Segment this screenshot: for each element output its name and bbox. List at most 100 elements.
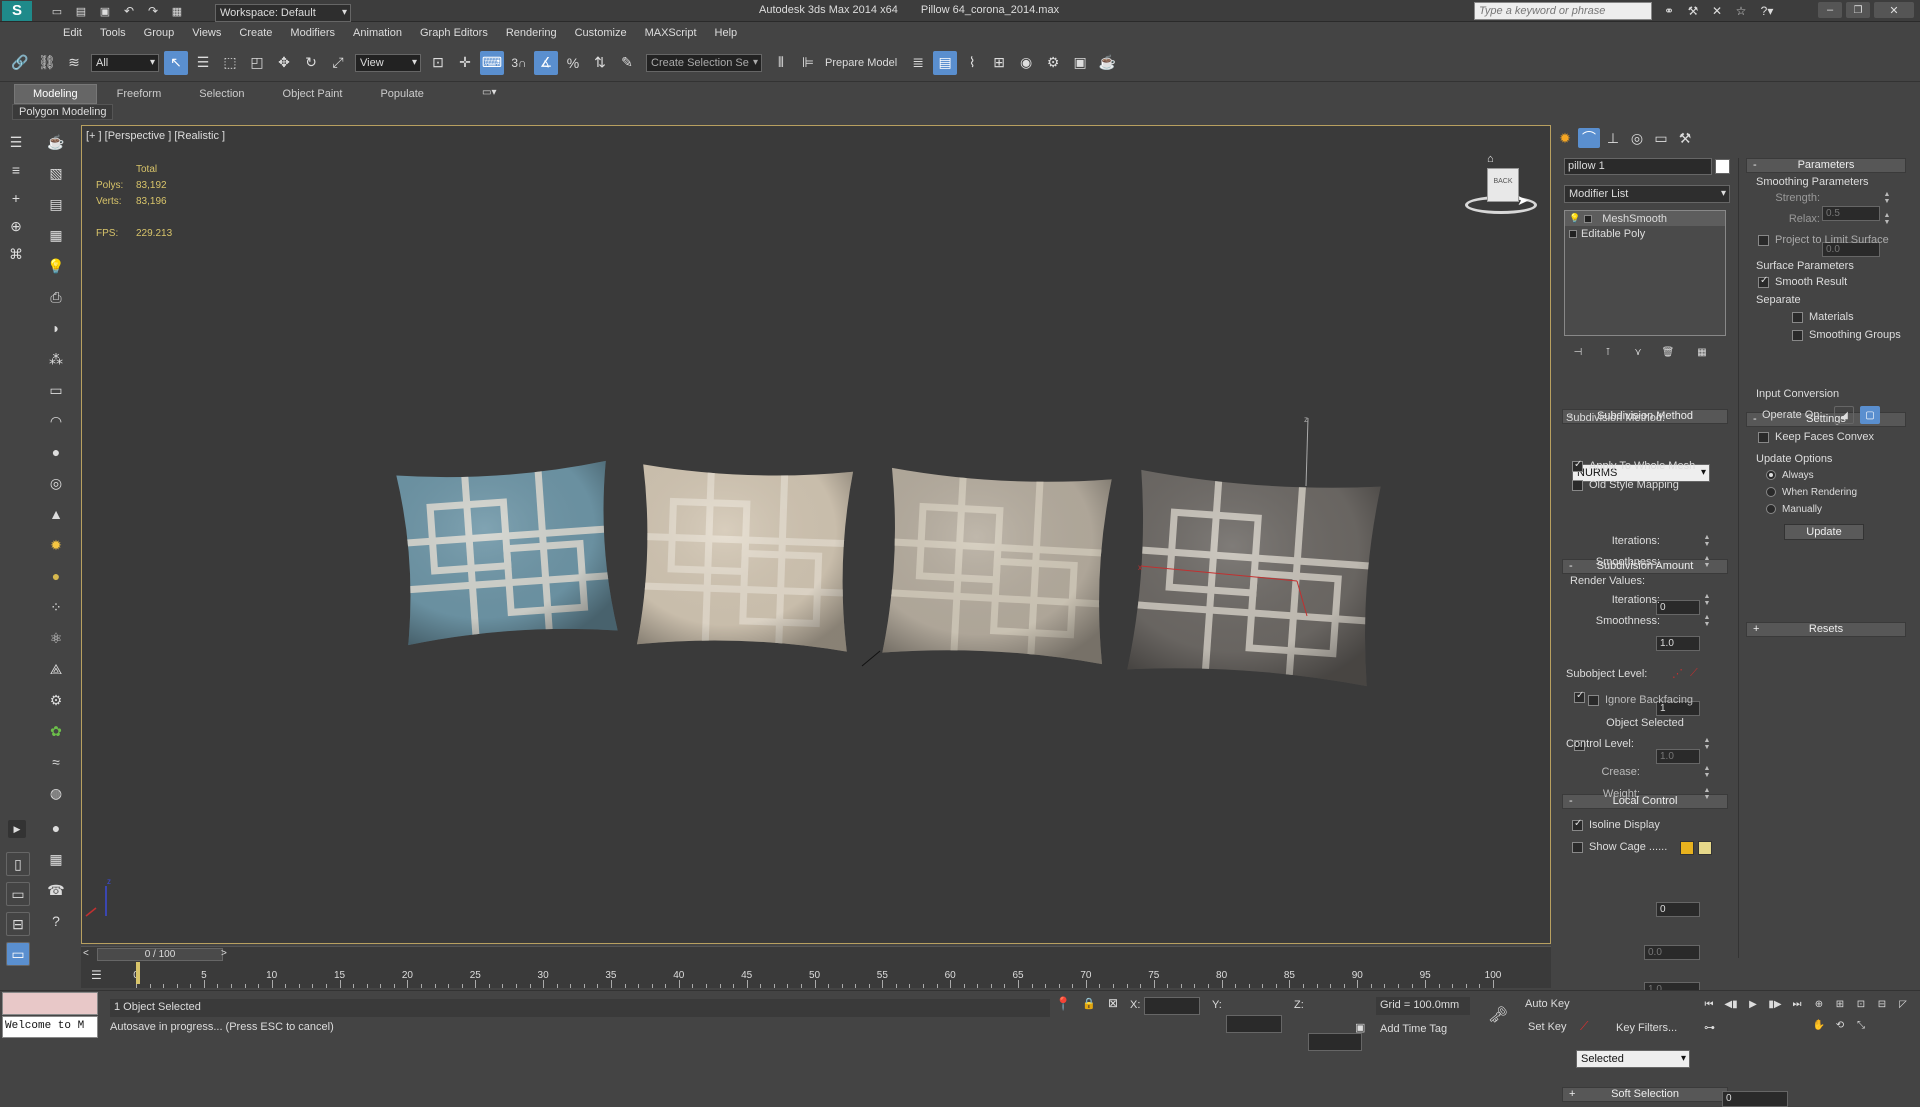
camera-icon[interactable]: ⎙ [44, 285, 68, 309]
menu-modifiers[interactable]: Modifiers [281, 22, 344, 44]
smoothness-spinner[interactable]: 1.0 [1656, 636, 1700, 651]
layer-manager-icon[interactable]: ≣ [906, 51, 930, 75]
modifier-stack[interactable]: 💡 MeshSmooth Editable Poly [1564, 210, 1726, 336]
communication-icon[interactable]: ✕ [1708, 2, 1726, 20]
operate-on-polygons-icon[interactable]: ▢ [1860, 406, 1880, 424]
schematic-view-icon[interactable]: ⊞ [987, 51, 1011, 75]
when-rendering-radio[interactable]: When Rendering [1766, 487, 1857, 498]
menu-edit[interactable]: Edit [54, 22, 91, 44]
show-cage-checkbox[interactable]: Show Cage ...... [1572, 841, 1667, 853]
absolute-mode-icon[interactable]: ⊠ [1108, 996, 1118, 1010]
current-time-marker[interactable] [136, 962, 140, 984]
display-tab-icon[interactable]: ▭ [1650, 128, 1672, 148]
gear-icon[interactable]: ⚙ [44, 688, 68, 712]
motion-tab-icon[interactable]: ◎ [1626, 128, 1648, 148]
isolate-selection-icon[interactable]: 📍 [1055, 996, 1071, 1012]
spinner-arrows-icon[interactable]: ▲ ▼ [1702, 765, 1712, 780]
orbit-icon[interactable]: ⟲ [1831, 1016, 1849, 1034]
grass-icon[interactable]: ✿ [44, 719, 68, 743]
time-prev-icon[interactable]: < [83, 948, 89, 959]
time-next-icon[interactable]: > [221, 948, 227, 959]
key-icon[interactable]: 🗝 [1488, 1005, 1508, 1025]
spinner-arrows-icon[interactable]: ▲ ▼ [1882, 212, 1892, 227]
favorites-star-icon[interactable]: ☆ [1732, 2, 1750, 20]
helper-icon[interactable]: ◗ [44, 316, 68, 340]
dome-icon[interactable]: ◠ [44, 409, 68, 433]
cage-color-swatch-2[interactable] [1698, 841, 1712, 855]
light-bulb-icon[interactable]: 💡 [44, 254, 68, 278]
menu-help[interactable]: Help [706, 22, 747, 44]
binoculars-icon[interactable]: ⚭ [1660, 2, 1678, 20]
select-move-icon[interactable]: ✥ [272, 51, 296, 75]
render-setup-icon[interactable]: ⚙ [1041, 51, 1065, 75]
sphere-icon[interactable]: ● [44, 440, 68, 464]
remove-modifier-icon[interactable]: 🗑 [1660, 344, 1676, 360]
pivot-center-icon[interactable]: ⊡ [426, 51, 450, 75]
ribbon-tab-modeling[interactable]: Modeling [14, 84, 97, 104]
previous-frame-icon[interactable]: ◀▮ [1722, 995, 1740, 1013]
key-mode-icon[interactable]: ⊶ [1704, 1021, 1715, 1034]
track-bar-menu-icon[interactable]: ☰ [91, 968, 102, 982]
x-coord-field[interactable] [1144, 997, 1200, 1015]
notes-icon[interactable]: ▤ [44, 192, 68, 216]
selection-lock-icon[interactable]: 🔒 [1082, 997, 1096, 1010]
z-coord-field[interactable] [1308, 1033, 1362, 1051]
select-object-icon[interactable]: ↖ [164, 50, 188, 75]
menu-tools[interactable]: Tools [91, 22, 135, 44]
teapot-icon[interactable]: ☕ [44, 130, 68, 154]
isoline-display-checkbox[interactable]: Isoline Display [1572, 818, 1660, 831]
menu-maxscript[interactable]: MAXScript [636, 22, 706, 44]
menu-graph-editors[interactable]: Graph Editors [411, 22, 497, 44]
ribbon-tab-selection[interactable]: Selection [181, 85, 262, 103]
maximize-viewport-icon[interactable]: ⤡ [1852, 1016, 1870, 1034]
particles-icon[interactable]: ⁂ [44, 347, 68, 371]
key-filters-button[interactable]: Key Filters... [1616, 1022, 1677, 1034]
project-folder-icon[interactable]: ▦ [168, 2, 186, 20]
shell-icon[interactable]: ◍ [44, 781, 68, 805]
add-time-tag-label[interactable]: Add Time Tag [1380, 1023, 1447, 1035]
save-file-icon[interactable]: ▣ [96, 2, 114, 20]
curve-editor-icon[interactable]: ⌇ [960, 51, 984, 75]
maximize-icon[interactable]: ❐ [1846, 2, 1870, 18]
control-level-spinner[interactable]: 0 [1656, 902, 1700, 917]
render-production-icon[interactable]: ☕ [1095, 51, 1119, 75]
manually-radio[interactable]: Manually [1766, 504, 1822, 515]
object-name-field[interactable]: pillow 1 [1564, 158, 1712, 175]
modifier-list-dropdown[interactable]: Modifier List [1564, 185, 1730, 203]
crease-spinner[interactable]: 0.0 [1644, 945, 1700, 960]
unlink-icon[interactable]: ⛓ [35, 51, 59, 75]
pillow-3[interactable] [882, 467, 1112, 665]
vray-icon[interactable]: ⟁ [44, 657, 68, 681]
create-plus-icon[interactable]: + [4, 186, 28, 210]
menu-create[interactable]: Create [230, 22, 281, 44]
snaps-toggle-icon[interactable]: 3 ∩ [507, 51, 531, 75]
align-icon[interactable]: ⊫ [796, 51, 820, 75]
spinner-arrows-icon[interactable]: ▲ ▼ [1702, 593, 1712, 608]
sphere-gold-icon[interactable]: ● [44, 564, 68, 588]
angle-snap-icon[interactable]: ∡ [534, 50, 558, 75]
menu-rendering[interactable]: Rendering [497, 22, 566, 44]
ribbon-panel-label[interactable]: Polygon Modeling [12, 104, 114, 120]
bind-space-warp-icon[interactable]: ≋ [62, 51, 86, 75]
current-frame-field[interactable]: 0 [1722, 1091, 1788, 1107]
toggle-ribbon-icon[interactable]: ▤ [933, 50, 958, 75]
material-sphere-icon[interactable]: ● [44, 816, 68, 840]
field-of-view-icon[interactable]: ◸ [1894, 995, 1912, 1013]
spinner-snap-icon[interactable]: ⇅ [588, 51, 612, 75]
parameters-rollout[interactable]: - Parameters [1746, 158, 1906, 173]
hierarchy-tab-icon[interactable]: ⊥ [1602, 128, 1624, 148]
layout-quad-icon[interactable]: ⊟ [6, 912, 30, 936]
scene-explorer-icon[interactable]: ☰ [4, 130, 28, 154]
operate-on-triangles-icon[interactable]: ◢ [1834, 406, 1854, 424]
next-frame-icon[interactable]: ▮▶ [1766, 995, 1784, 1013]
selection-filter-dropdown[interactable]: All [91, 53, 159, 72]
old-style-mapping-checkbox[interactable]: Old Style Mapping [1572, 479, 1679, 491]
viewport[interactable]: [+ ] [Perspective ] [Realistic ] Total P… [81, 125, 1551, 944]
phone-icon[interactable]: ☎ [44, 878, 68, 902]
strength-spinner[interactable]: 0.5 [1822, 206, 1880, 221]
object-color-swatch[interactable] [1715, 159, 1730, 174]
window-crossing-icon[interactable]: ◰ [245, 51, 269, 75]
select-by-layer-icon[interactable]: ⊕ [4, 214, 28, 238]
show-end-result-icon[interactable]: ⊺ [1600, 344, 1616, 360]
spinner-arrows-icon[interactable]: ▲ ▼ [1702, 555, 1712, 570]
